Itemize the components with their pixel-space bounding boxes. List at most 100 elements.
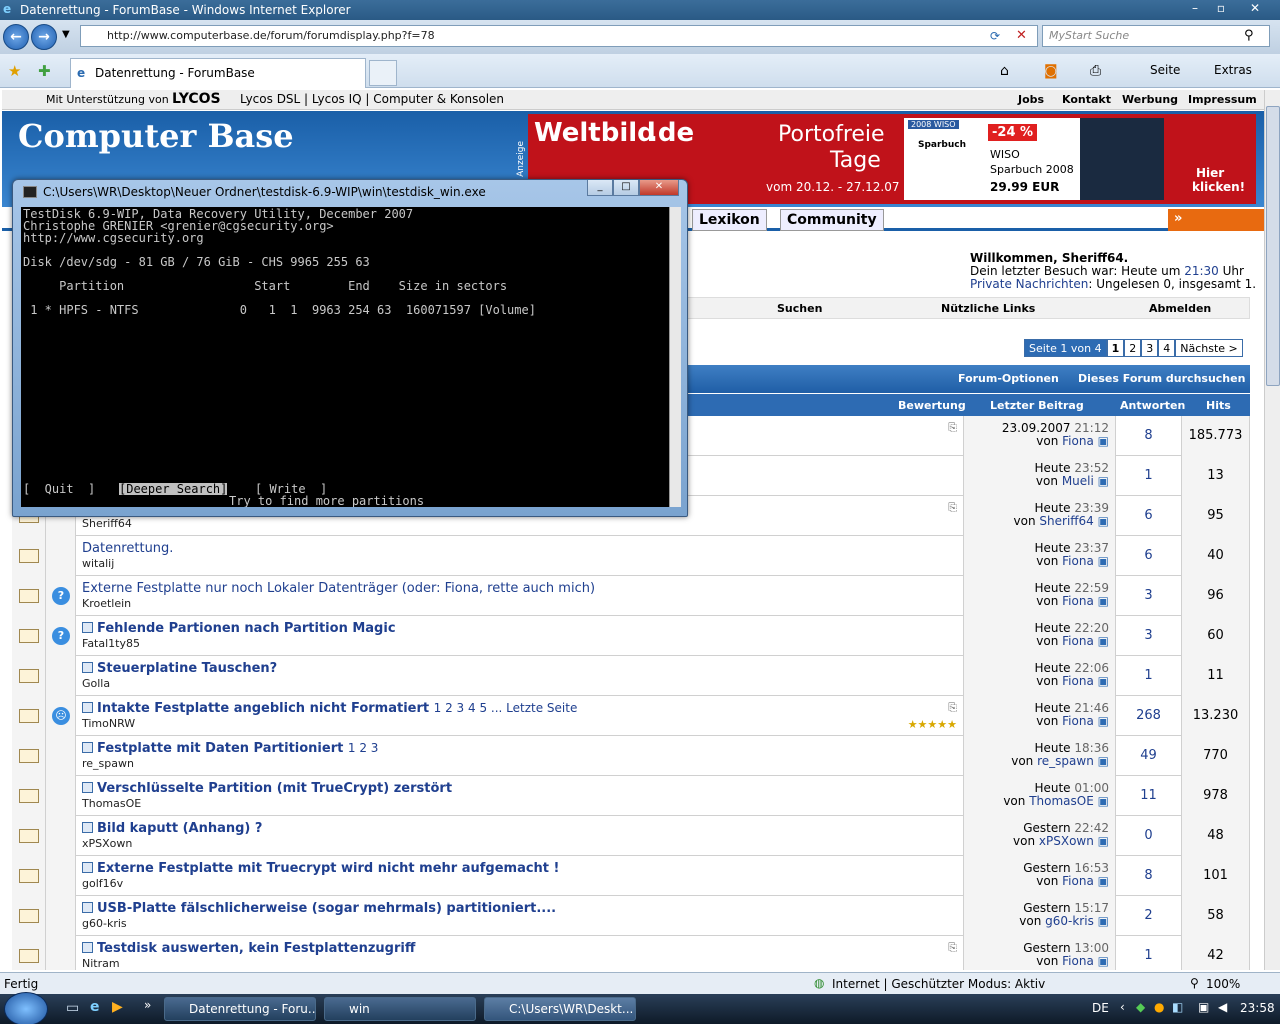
menu-logout[interactable]: Abmelden xyxy=(1149,302,1211,315)
thread-title-link[interactable]: Testdisk auswerten, kein Festplattenzugr… xyxy=(82,941,415,956)
pager-page-3[interactable]: 3 xyxy=(1141,339,1159,357)
thread-author[interactable]: TimoNRW xyxy=(82,717,135,730)
col-last-post[interactable]: Letzter Beitrag xyxy=(990,399,1084,412)
thread-title-link[interactable]: Datenrettung. xyxy=(82,541,173,556)
console-maximize-button[interactable]: □ xyxy=(613,180,639,196)
rss-feed-icon[interactable]: ◙ xyxy=(1044,63,1058,79)
goto-last-post-icon[interactable]: ▣ xyxy=(1098,474,1109,488)
thread-author[interactable]: Kroetlein xyxy=(82,597,131,610)
console-close-button[interactable]: ✕ xyxy=(639,180,679,196)
show-desktop-icon[interactable]: ▭ xyxy=(66,1000,79,1016)
goto-last-post-icon[interactable]: ▣ xyxy=(1098,914,1109,928)
thread-title-link[interactable]: Verschlüsselte Partition (mit TrueCrypt)… xyxy=(82,781,452,796)
nav-tab-forumbase[interactable]: » ForumBase xyxy=(1168,209,1264,246)
last-post-user[interactable]: Sheriff64 xyxy=(1039,514,1093,528)
page-menu[interactable]: Seite xyxy=(1150,63,1180,77)
goto-last-post-icon[interactable]: ▣ xyxy=(1098,514,1109,528)
thread-title-link[interactable]: Intakte Festplatte angeblich nicht Forma… xyxy=(82,701,577,716)
extras-menu[interactable]: Extras xyxy=(1214,63,1252,77)
link-jobs[interactable]: Jobs xyxy=(1018,93,1044,106)
thread-replies[interactable]: 2 xyxy=(1144,908,1152,923)
forum-options-menu[interactable]: Forum-Optionen xyxy=(958,372,1059,385)
col-replies[interactable]: Antworten xyxy=(1120,399,1185,412)
nav-tab-community[interactable]: Community xyxy=(780,209,884,231)
site-logo[interactable]: Computer Base xyxy=(18,117,294,155)
goto-last-post-icon[interactable]: ▣ xyxy=(1098,554,1109,568)
thread-replies[interactable]: 0 xyxy=(1144,828,1152,843)
add-favorites-icon[interactable]: ✚ xyxy=(38,62,51,80)
thread-replies[interactable]: 3 xyxy=(1144,628,1152,643)
tray-expand-icon[interactable]: ‹ xyxy=(1120,1000,1125,1014)
start-button[interactable] xyxy=(4,992,48,1024)
thread-replies[interactable]: 1 xyxy=(1144,468,1152,483)
link-werbung[interactable]: Werbung xyxy=(1122,93,1178,106)
thread-replies[interactable]: 6 xyxy=(1144,548,1152,563)
thread-author[interactable]: ThomasOE xyxy=(82,797,141,810)
search-input[interactable]: MyStart Suche xyxy=(1042,25,1270,47)
security-zone[interactable]: Internet | Geschützter Modus: Aktiv xyxy=(832,977,1045,991)
thread-replies[interactable]: 3 xyxy=(1144,588,1152,603)
tab-active[interactable]: e Datenrettung - ForumBase xyxy=(70,58,366,88)
link-kontakt[interactable]: Kontakt xyxy=(1062,93,1111,106)
goto-last-post-icon[interactable]: ▣ xyxy=(1098,874,1109,888)
last-post-user[interactable]: ThomasOE xyxy=(1029,794,1094,808)
refresh-icon[interactable]: ⟳ xyxy=(990,29,1000,43)
task-ie[interactable]: Datenrettung - Foru... xyxy=(164,997,316,1021)
last-post-user[interactable]: Fiona xyxy=(1062,634,1094,648)
console-deeper-search-option[interactable]: [Deeper Search] xyxy=(119,483,228,495)
last-post-user[interactable]: re_spawn xyxy=(1037,754,1094,768)
close-button[interactable]: ✕ xyxy=(1242,0,1268,18)
goto-last-post-icon[interactable]: ▣ xyxy=(1098,794,1109,808)
thread-pages[interactable]: 1 2 3 xyxy=(348,741,379,755)
thread-title-link[interactable]: USB-Platte fälschlicherweise (sogar mehr… xyxy=(82,901,556,916)
language-indicator[interactable]: DE xyxy=(1092,1001,1109,1015)
private-messages-link[interactable]: Private Nachrichten xyxy=(970,277,1088,291)
thread-replies[interactable]: 1 xyxy=(1144,668,1152,683)
task-console[interactable]: C:\Users\WR\Deskt... xyxy=(484,997,636,1021)
goto-last-post-icon[interactable]: ▣ xyxy=(1098,634,1109,648)
pager-page-4[interactable]: 4 xyxy=(1158,339,1176,357)
quicklaunch-media-icon[interactable]: ▶ xyxy=(112,999,123,1015)
last-post-user[interactable]: Fiona xyxy=(1062,594,1094,608)
tray-network-icon[interactable]: ◆ xyxy=(1136,1000,1145,1014)
new-tab-button[interactable] xyxy=(369,60,397,86)
goto-last-post-icon[interactable]: ▣ xyxy=(1098,434,1109,448)
thread-title-link[interactable]: Externe Festplatte nur noch Lokaler Date… xyxy=(82,581,595,596)
home-icon[interactable]: ⌂ xyxy=(1000,63,1009,79)
thread-replies[interactable]: 268 xyxy=(1136,708,1161,723)
address-input[interactable]: http://www.computerbase.de/forum/forumdi… xyxy=(80,25,1038,47)
forward-button[interactable]: → xyxy=(31,24,57,50)
thread-title-link[interactable]: Fehlende Partionen nach Partition Magic xyxy=(82,621,396,636)
last-post-user[interactable]: Fiona xyxy=(1062,714,1094,728)
last-post-user[interactable]: Fiona xyxy=(1062,874,1094,888)
col-rating[interactable]: Bewertung xyxy=(898,399,966,412)
favorites-star-icon[interactable]: ★ xyxy=(8,62,21,80)
back-button[interactable]: ← xyxy=(3,24,29,50)
zoom-level[interactable]: 100% xyxy=(1206,977,1240,991)
last-post-user[interactable]: Fiona xyxy=(1062,954,1094,968)
thread-author[interactable]: g60-kris xyxy=(82,917,127,930)
search-icon[interactable]: ⚲ xyxy=(1244,28,1254,43)
thread-title-link[interactable]: Bild kaputt (Anhang) ? xyxy=(82,821,262,836)
console-line-partition[interactable]: 1 * HPFS - NTFS 0 1 1 9963 254 63 160071… xyxy=(23,304,536,316)
pager-next[interactable]: Nächste > xyxy=(1175,339,1243,357)
thread-replies[interactable]: 6 xyxy=(1144,508,1152,523)
thread-author[interactable]: xPSXown xyxy=(82,837,132,850)
sponsor-links[interactable]: Lycos DSL | Lycos IQ | Computer & Konsol… xyxy=(240,92,504,106)
pager-page-2[interactable]: 2 xyxy=(1124,339,1142,357)
thread-author[interactable]: Sheriff64 xyxy=(82,517,132,530)
tray-security-icon[interactable]: ● xyxy=(1154,1000,1164,1014)
scrollbar-thumb[interactable] xyxy=(1266,106,1280,386)
last-post-user[interactable]: Fiona xyxy=(1062,674,1094,688)
thread-author[interactable]: Golla xyxy=(82,677,110,690)
last-post-user[interactable]: xPSXown xyxy=(1039,834,1094,848)
goto-last-post-icon[interactable]: ▣ xyxy=(1098,834,1109,848)
page-scrollbar[interactable] xyxy=(1264,90,1280,970)
thread-replies[interactable]: 8 xyxy=(1144,868,1152,883)
last-post-user[interactable]: Fiona xyxy=(1062,554,1094,568)
task-explorer-win[interactable]: win xyxy=(324,997,476,1021)
maximize-button[interactable]: ▫ xyxy=(1208,0,1234,18)
last-post-user[interactable]: Mueli xyxy=(1062,474,1094,488)
last-post-user[interactable]: Fiona xyxy=(1062,434,1094,448)
thread-replies[interactable]: 8 xyxy=(1144,428,1152,443)
